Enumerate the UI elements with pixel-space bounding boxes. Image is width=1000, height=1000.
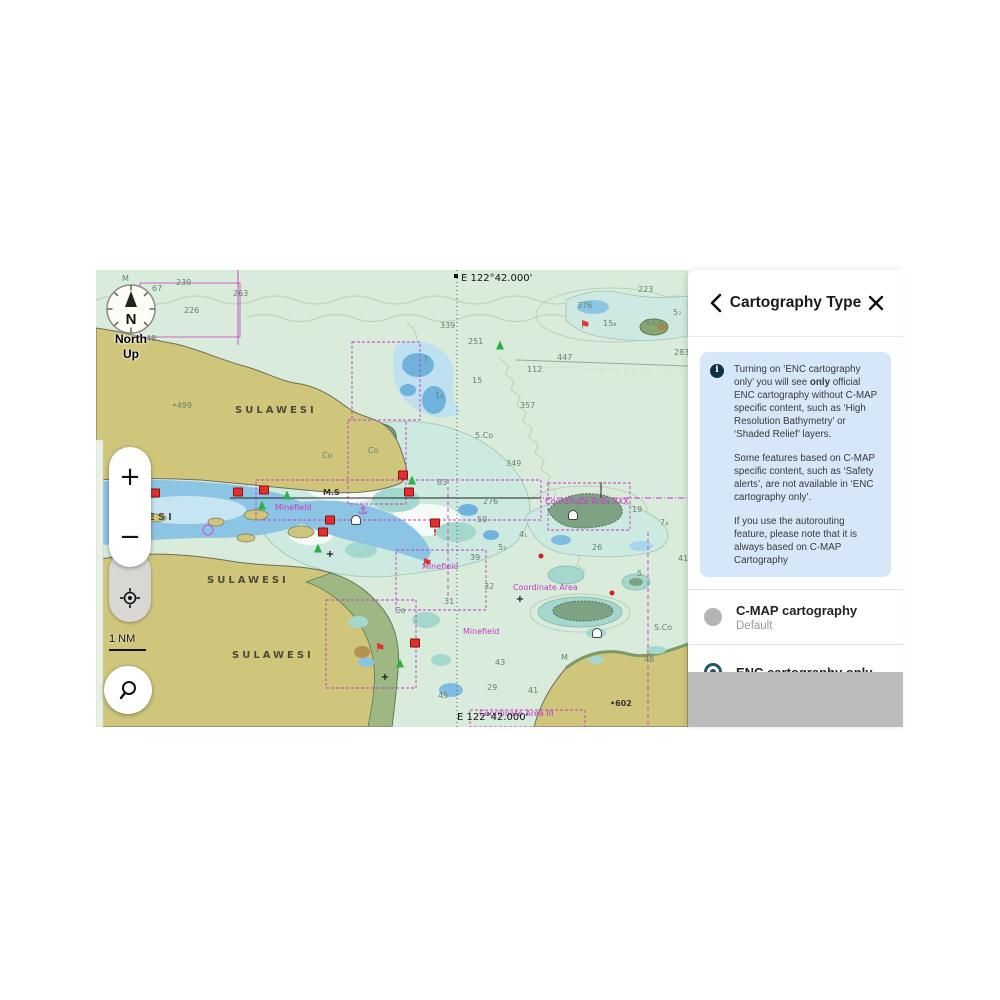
radio-icon[interactable] (704, 608, 722, 626)
zoom-out-button[interactable]: − (109, 507, 151, 567)
search-button[interactable] (104, 666, 152, 714)
zoom-in-button[interactable]: + (109, 447, 151, 507)
close-button[interactable] (865, 292, 887, 314)
back-button[interactable] (704, 292, 726, 314)
chevron-left-icon (709, 293, 722, 313)
option-sublabel: Default (736, 620, 857, 632)
option-label: C-MAP cartography (736, 603, 857, 618)
chart-graphics (96, 270, 688, 727)
crosshair-icon (119, 587, 141, 609)
panel-title: Cartography Type (726, 294, 865, 312)
info-paragraph-3: If you use the autorouting feature, plea… (734, 515, 879, 567)
info-icon: i (710, 364, 724, 378)
zoom-controls: + − (109, 447, 151, 567)
svg-text:N: N (126, 311, 137, 328)
option-cmap-cartography[interactable]: C-MAP cartography Default (688, 590, 903, 645)
info-card: i Turning on ‘ENC cartography only’ you … (700, 352, 891, 577)
info-paragraph-2: Some features based on C-MAP specific co… (734, 452, 879, 504)
scale-bar (109, 649, 146, 651)
info-paragraph-1: Turning on ‘ENC cartography only’ you wi… (734, 363, 879, 441)
cartography-type-panel: Cartography Type i Turning on ‘ENC carto… (688, 270, 903, 727)
close-icon (868, 295, 884, 311)
search-icon (116, 678, 140, 702)
orientation-label: North Up (102, 332, 160, 362)
scale-label: 1 NM (109, 633, 135, 645)
nautical-chart-map[interactable]: M6723926322648•499339251112153575.Co4473… (96, 270, 688, 727)
chartplotter-app: M6723926322648•499339251112153575.Co4473… (96, 270, 903, 727)
panel-footer (688, 672, 903, 727)
panel-header: Cartography Type (688, 270, 903, 337)
compass-icon[interactable]: N (104, 282, 158, 336)
